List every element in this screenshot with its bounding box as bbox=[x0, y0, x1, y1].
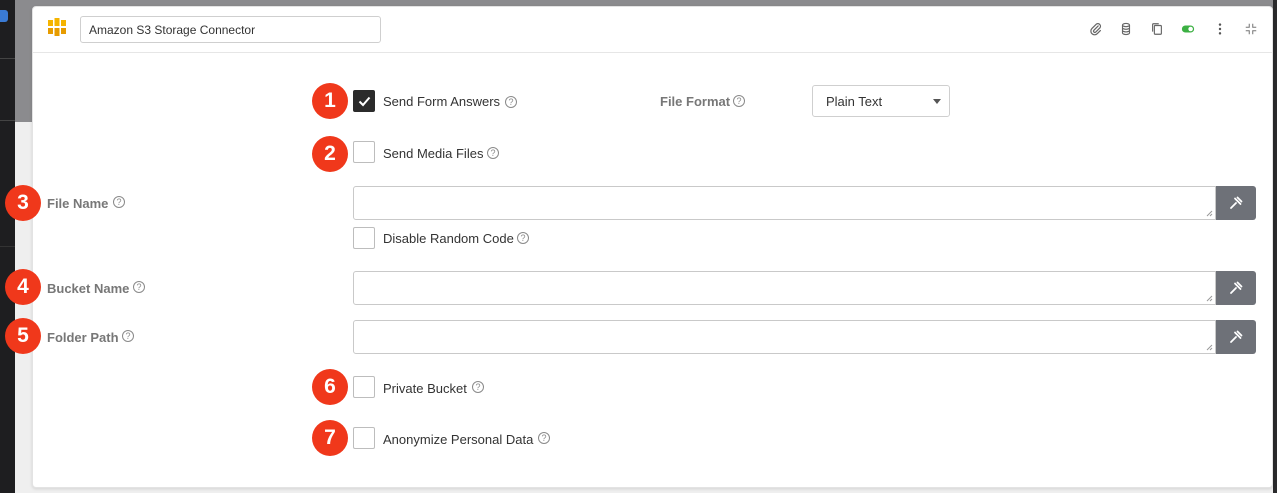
anonymize-personal-data-label: Anonymize Personal Data bbox=[383, 432, 534, 447]
toggle-icon[interactable] bbox=[1180, 21, 1196, 37]
file-name-wrench-button[interactable] bbox=[1216, 186, 1256, 220]
help-icon[interactable]: ? bbox=[122, 330, 134, 342]
step-marker-3: 3 bbox=[5, 185, 41, 221]
connector-card bbox=[32, 6, 1273, 488]
step-marker-7: 7 bbox=[312, 420, 348, 456]
folder-path-label: Folder Path bbox=[47, 330, 119, 345]
wrench-icon bbox=[1230, 330, 1243, 343]
aws-s3-icon bbox=[48, 18, 66, 36]
right-edge bbox=[1273, 0, 1277, 493]
help-icon[interactable]: ? bbox=[133, 281, 145, 293]
send-media-files-checkbox[interactable] bbox=[353, 141, 375, 163]
file-format-label: File Format bbox=[660, 94, 731, 109]
resize-handle-icon[interactable] bbox=[1206, 295, 1213, 302]
file-name-label: File Name bbox=[47, 196, 109, 211]
chevron-down-icon bbox=[933, 99, 941, 104]
database-icon[interactable] bbox=[1118, 21, 1134, 37]
app-sidebar-strip bbox=[0, 0, 15, 493]
bucket-name-input[interactable] bbox=[353, 271, 1216, 305]
send-form-answers-checkbox[interactable] bbox=[353, 90, 375, 112]
wrench-icon bbox=[1230, 281, 1243, 294]
more-vertical-icon[interactable] bbox=[1212, 21, 1228, 37]
private-bucket-checkbox[interactable] bbox=[353, 376, 375, 398]
sidebar-divider bbox=[0, 58, 15, 59]
anonymize-personal-data-checkbox[interactable] bbox=[353, 427, 375, 449]
help-icon[interactable]: ? bbox=[517, 232, 529, 244]
step-marker-2: 2 bbox=[312, 136, 348, 172]
resize-handle-icon[interactable] bbox=[1206, 210, 1213, 217]
step-marker-1: 1 bbox=[312, 83, 348, 119]
send-media-files-label: Send Media Files bbox=[383, 146, 484, 161]
private-bucket-label: Private Bucket bbox=[383, 381, 467, 396]
step-marker-5: 5 bbox=[5, 318, 41, 354]
sidebar-divider bbox=[0, 120, 15, 121]
send-form-answers-label: Send Form Answers bbox=[383, 94, 501, 109]
sidebar-divider bbox=[0, 246, 15, 247]
file-name-input[interactable] bbox=[353, 186, 1216, 220]
app-icon[interactable] bbox=[0, 10, 8, 22]
bucket-name-wrench-button[interactable] bbox=[1216, 271, 1256, 305]
disable-random-code-checkbox[interactable] bbox=[353, 227, 375, 249]
card-header bbox=[33, 7, 1272, 53]
step-marker-6: 6 bbox=[312, 369, 348, 405]
help-icon[interactable]: ? bbox=[487, 147, 499, 159]
help-icon[interactable]: ? bbox=[733, 95, 745, 107]
file-format-select[interactable]: Plain Text bbox=[812, 85, 950, 117]
wrench-icon bbox=[1230, 196, 1243, 209]
help-icon[interactable]: ? bbox=[113, 196, 125, 208]
step-marker-4: 4 bbox=[5, 269, 41, 305]
folder-path-input[interactable] bbox=[353, 320, 1216, 354]
disable-random-code-label: Disable Random Code bbox=[383, 231, 514, 246]
help-icon[interactable]: ? bbox=[538, 432, 550, 444]
folder-path-wrench-button[interactable] bbox=[1216, 320, 1256, 354]
checkmark-icon bbox=[358, 96, 371, 107]
resize-handle-icon[interactable] bbox=[1206, 344, 1213, 351]
file-format-value: Plain Text bbox=[826, 93, 883, 109]
attachment-icon[interactable] bbox=[1088, 21, 1104, 37]
copy-icon[interactable] bbox=[1149, 21, 1165, 37]
connector-title-input[interactable] bbox=[80, 16, 381, 43]
collapse-icon[interactable] bbox=[1243, 21, 1259, 37]
help-icon[interactable]: ? bbox=[505, 96, 517, 108]
bucket-name-label: Bucket Name bbox=[47, 281, 130, 296]
help-icon[interactable]: ? bbox=[472, 381, 484, 393]
